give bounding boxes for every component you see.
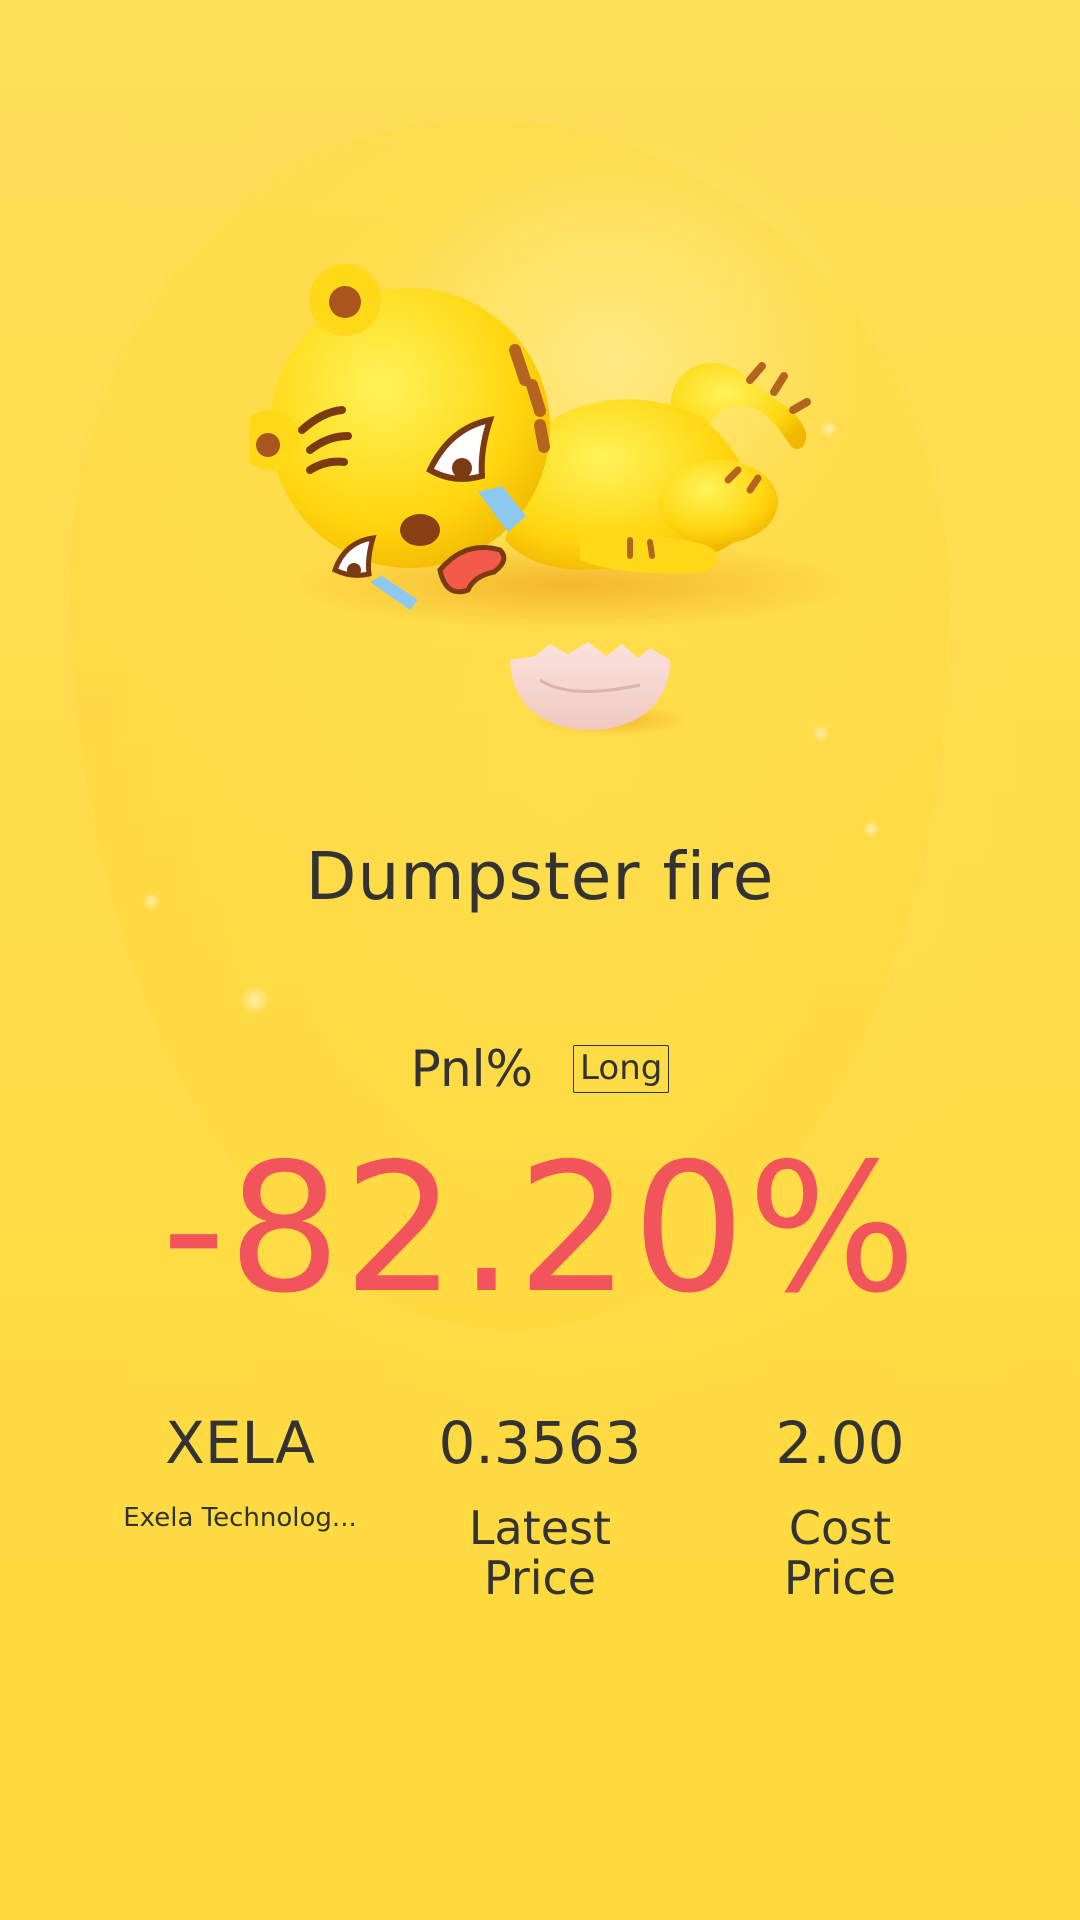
position-stats: XELA Exela Technolog... 0.3563 Latest Pr… (90, 1410, 990, 1604)
mascot-illustration (250, 240, 870, 760)
symbol-name: Exela Technolog... (123, 1502, 357, 1533)
symbol-stat: XELA Exela Technolog... (90, 1410, 390, 1604)
cost-price-value: 2.00 (775, 1409, 905, 1477)
latest-price-label: Latest Price (468, 1500, 612, 1606)
cost-price-label: Cost Price (783, 1500, 897, 1606)
mood-title: Dumpster fire (305, 838, 775, 915)
pnl-header: Pnl% Long (0, 1040, 1080, 1098)
latest-price-stat: 0.3563 Latest Price (390, 1410, 690, 1604)
sparkle (240, 985, 270, 1015)
pnl-label: Pnl% (410, 1040, 534, 1098)
latest-price-value: 0.3563 (438, 1409, 642, 1477)
symbol-ticker: XELA (165, 1409, 315, 1477)
pnl-percentage-value: -82.20% (161, 1125, 919, 1332)
position-side-badge: Long (573, 1045, 670, 1093)
sparkle (862, 820, 880, 838)
cost-price-stat: 2.00 Cost Price (690, 1410, 990, 1604)
